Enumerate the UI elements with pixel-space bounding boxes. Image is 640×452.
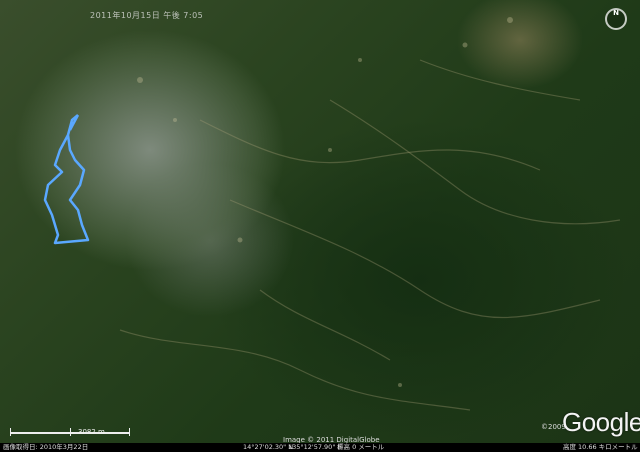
status-bar: 画像取得日: 2010年3月22日 14°27'02.30" N 135°12'… xyxy=(0,443,640,452)
compass-icon[interactable]: N xyxy=(605,8,627,30)
date-overlay: 2011年10月15日 午後 7:05 xyxy=(90,11,204,20)
map-viewport[interactable]: 2011年10月15日 午後 7:05 N ©2009 Google 3082 … xyxy=(0,0,640,452)
satellite-terrain xyxy=(43,17,621,411)
compass-north-label: N xyxy=(613,9,619,17)
scale-bar xyxy=(10,428,130,438)
latitude-readout: 14°27'02.30" N xyxy=(243,443,294,451)
longitude-readout: 135°12'57.90" E xyxy=(288,443,342,451)
gps-track xyxy=(43,114,90,245)
eye-altitude-value: 10.66 キロメートル xyxy=(578,443,638,451)
imagery-date: 画像取得日: 2010年3月22日 xyxy=(3,443,89,451)
scale-label: 3082 m xyxy=(78,428,105,436)
elevation-readout: 標高 0 メートル xyxy=(337,443,385,451)
eye-altitude-label: 高度 xyxy=(563,443,576,451)
google-logo: Google xyxy=(562,407,640,437)
